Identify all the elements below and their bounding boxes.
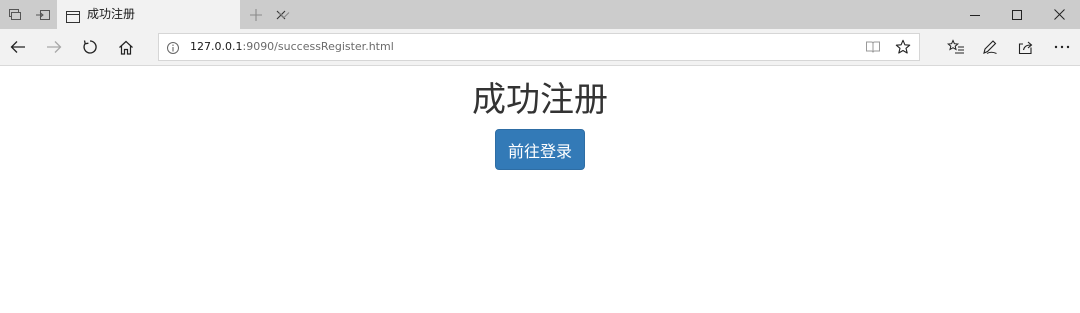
browser-window: 成功注册 127.0.0.1:9090/successRegister.html… bbox=[0, 0, 1080, 313]
refresh-icon[interactable] bbox=[72, 29, 108, 65]
url-path: :9090/successRegister.html bbox=[242, 40, 394, 53]
tab-strip: 成功注册 bbox=[0, 0, 1080, 29]
maximize-icon[interactable] bbox=[996, 0, 1038, 29]
info-icon[interactable] bbox=[166, 40, 180, 54]
share-icon[interactable] bbox=[1008, 29, 1044, 65]
url-host: 127.0.0.1 bbox=[190, 40, 243, 53]
close-window-icon[interactable] bbox=[1038, 0, 1080, 29]
home-icon[interactable] bbox=[108, 29, 144, 65]
star-icon[interactable] bbox=[889, 34, 917, 60]
forward-arrow-icon[interactable] bbox=[36, 29, 72, 65]
address-bar[interactable]: 127.0.0.1:9090/successRegister.html bbox=[158, 33, 920, 61]
active-tab[interactable]: 成功注册 bbox=[57, 0, 286, 29]
page-title: 成功注册 bbox=[472, 80, 608, 120]
reading-view-icon[interactable] bbox=[859, 34, 887, 60]
chevron-down-icon[interactable] bbox=[272, 0, 296, 29]
pen-icon[interactable] bbox=[972, 29, 1008, 65]
set-aside-tabs-icon[interactable] bbox=[30, 0, 56, 29]
plus-icon[interactable] bbox=[244, 0, 268, 29]
url-text[interactable]: 127.0.0.1:9090/successRegister.html bbox=[190, 40, 394, 54]
more-icon[interactable] bbox=[1044, 29, 1080, 65]
tab-title: 成功注册 bbox=[87, 7, 136, 21]
page-content: 成功注册 前往登录 bbox=[0, 66, 1080, 313]
page-icon bbox=[66, 8, 80, 23]
tab-preview-icon[interactable] bbox=[2, 0, 28, 29]
navigation-bar: 127.0.0.1:9090/successRegister.html bbox=[0, 29, 1080, 66]
minimize-icon[interactable] bbox=[954, 0, 996, 29]
go-to-login-button[interactable]: 前往登录 bbox=[495, 129, 585, 170]
back-arrow-icon[interactable] bbox=[0, 29, 36, 65]
favorites-list-icon[interactable] bbox=[938, 29, 974, 65]
